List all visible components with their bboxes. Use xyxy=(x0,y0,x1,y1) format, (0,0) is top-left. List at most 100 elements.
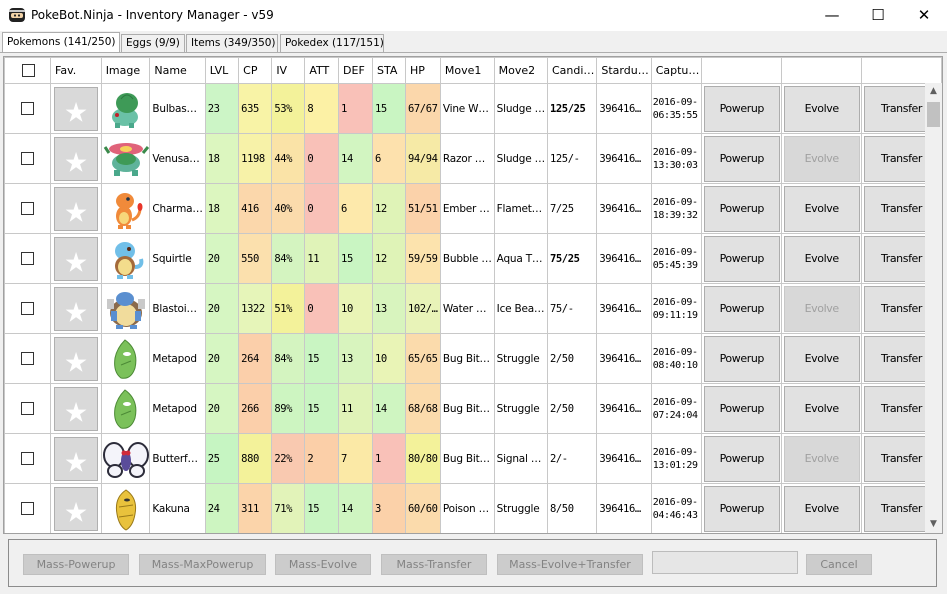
table-row-9[interactable]: ★ Kakuna 24 311 71% 15 14 3 60/60 Poison… xyxy=(4,483,942,533)
favorite-cell[interactable]: ★ xyxy=(50,433,102,484)
row-select-cell[interactable] xyxy=(4,83,52,134)
row-select-cell[interactable] xyxy=(4,333,52,384)
header-fav[interactable]: Fav. xyxy=(50,57,102,84)
row-checkbox[interactable] xyxy=(21,152,34,165)
header-move1[interactable]: Move1 xyxy=(439,57,495,84)
favorite-star-icon[interactable]: ★ xyxy=(53,336,98,381)
charmander-sprite xyxy=(102,187,149,231)
powerup-button[interactable]: Powerup xyxy=(703,85,780,132)
row-select-cell[interactable] xyxy=(4,283,52,334)
evolve-button[interactable]: Evolve xyxy=(783,185,860,232)
favorite-cell[interactable]: ★ xyxy=(50,83,102,134)
table-row-6[interactable]: ★ Metapod 20 264 84% 15 13 10 65/65 Bug … xyxy=(4,333,942,384)
favorite-star-icon[interactable]: ★ xyxy=(53,136,98,181)
evolve-button[interactable]: Evolve xyxy=(783,235,860,282)
evolve-button[interactable]: Evolve xyxy=(783,485,860,532)
row-select-cell[interactable] xyxy=(4,483,52,533)
powerup-button[interactable]: Powerup xyxy=(703,385,780,432)
header-candies[interactable]: Candi… xyxy=(546,57,598,84)
row-select-cell[interactable] xyxy=(4,233,52,284)
evolve-button[interactable]: Evolve xyxy=(783,285,860,332)
favorite-star-icon[interactable]: ★ xyxy=(53,86,98,131)
iv-cell: 84% xyxy=(271,233,306,284)
header-def[interactable]: DEF xyxy=(338,57,374,84)
scroll-down-arrow-icon[interactable]: ▼ xyxy=(925,516,942,533)
header-iv[interactable]: IV xyxy=(271,57,306,84)
mass-powerup-button[interactable]: Mass-Powerup xyxy=(23,554,129,575)
header-captured[interactable]: Captu… xyxy=(650,57,703,84)
favorite-star-icon[interactable]: ★ xyxy=(53,486,98,531)
table-row-3[interactable]: ★ Charma… 18 416 40% 0 6 12 51/51 Ember … xyxy=(4,183,942,234)
header-image[interactable]: Image xyxy=(100,57,151,84)
favorite-star-icon[interactable]: ★ xyxy=(53,236,98,281)
row-select-cell[interactable] xyxy=(4,433,52,484)
header-lvl[interactable]: LVL xyxy=(204,57,240,84)
vertical-scrollbar[interactable]: ▲ ▼ xyxy=(925,83,942,533)
powerup-button[interactable]: Powerup xyxy=(703,235,780,282)
table-row-5[interactable]: ★ Blastoi… 20 1322 51% 0 10 13 102/… Wat… xyxy=(4,283,942,334)
evolve-button[interactable]: Evolve xyxy=(783,135,860,182)
mass-transfer-button[interactable]: Mass-Transfer xyxy=(381,554,487,575)
close-button[interactable]: ✕ xyxy=(901,0,947,31)
powerup-button[interactable]: Powerup xyxy=(703,185,780,232)
favorite-star-icon[interactable]: ★ xyxy=(53,436,98,481)
tab-pokemons[interactable]: Pokemons (141/250) xyxy=(2,32,120,53)
table-row-4[interactable]: ★ Squirtle 20 550 84% 11 15 12 59/59 Bub… xyxy=(4,233,942,284)
row-checkbox[interactable] xyxy=(21,502,34,515)
favorite-cell[interactable]: ★ xyxy=(50,283,102,334)
evolve-button[interactable]: Evolve xyxy=(783,85,860,132)
tab-pokedex[interactable]: Pokedex (117/151) xyxy=(280,34,384,53)
row-checkbox[interactable] xyxy=(21,202,34,215)
header-hp[interactable]: HP xyxy=(404,57,441,84)
powerup-button[interactable]: Powerup xyxy=(703,285,780,332)
table-row-7[interactable]: ★ Metapod 20 266 89% 15 11 14 68/68 Bug … xyxy=(4,383,942,434)
evolve-button[interactable]: Evolve xyxy=(783,385,860,432)
minimize-button[interactable]: — xyxy=(809,0,855,31)
header-cp[interactable]: CP xyxy=(238,57,273,84)
powerup-button[interactable]: Powerup xyxy=(703,435,780,482)
tab-eggs[interactable]: Eggs (9/9) xyxy=(121,34,185,53)
scroll-up-arrow-icon[interactable]: ▲ xyxy=(925,83,942,100)
row-checkbox[interactable] xyxy=(21,352,34,365)
row-select-cell[interactable] xyxy=(4,183,52,234)
header-select-all[interactable] xyxy=(4,57,52,84)
header-stardust[interactable]: Stardu… xyxy=(596,57,652,84)
header-sta[interactable]: STA xyxy=(372,57,406,84)
row-select-cell[interactable] xyxy=(4,383,52,434)
maximize-button[interactable]: ☐ xyxy=(855,0,901,31)
powerup-button[interactable]: Powerup xyxy=(703,135,780,182)
favorite-cell[interactable]: ★ xyxy=(50,333,102,384)
scroll-thumb[interactable] xyxy=(927,102,940,127)
powerup-button[interactable]: Powerup xyxy=(703,335,780,382)
stardust-cell: 396416… xyxy=(596,383,652,434)
favorite-star-icon[interactable]: ★ xyxy=(53,186,98,231)
favorite-star-icon[interactable]: ★ xyxy=(53,386,98,431)
favorite-cell[interactable]: ★ xyxy=(50,183,102,234)
evolve-button[interactable]: Evolve xyxy=(783,335,860,382)
row-select-cell[interactable] xyxy=(4,133,52,184)
header-move2[interactable]: Move2 xyxy=(493,57,548,84)
mass-evolve-transfer-button[interactable]: Mass-Evolve+Transfer xyxy=(497,554,643,575)
tab-items[interactable]: Items (349/350) xyxy=(186,34,278,53)
mass-evolve-button[interactable]: Mass-Evolve xyxy=(275,554,371,575)
favorite-cell[interactable]: ★ xyxy=(50,483,102,533)
favorite-star-icon[interactable]: ★ xyxy=(53,286,98,331)
evolve-button[interactable]: Evolve xyxy=(783,435,860,482)
select-all-checkbox[interactable] xyxy=(22,64,35,77)
header-name[interactable]: Name xyxy=(149,57,206,84)
table-row-2[interactable]: ★ Venusa… 18 1198 44% 0 14 6 94/94 Razor… xyxy=(4,133,942,184)
table-row-1[interactable]: ★ Bulbas… 23 635 53% 8 1 15 67/67 Vine W… xyxy=(4,83,942,134)
powerup-button[interactable]: Powerup xyxy=(703,485,780,532)
favorite-cell[interactable]: ★ xyxy=(50,383,102,434)
header-att[interactable]: ATT xyxy=(304,57,340,84)
mass-maxpowerup-button[interactable]: Mass-MaxPowerup xyxy=(139,554,266,575)
row-checkbox[interactable] xyxy=(21,402,34,415)
cancel-button[interactable]: Cancel xyxy=(806,554,872,575)
row-checkbox[interactable] xyxy=(21,252,34,265)
favorite-cell[interactable]: ★ xyxy=(50,233,102,284)
row-checkbox[interactable] xyxy=(21,302,34,315)
table-row-8[interactable]: ★ Butterf… 25 880 22% 2 7 1 80/80 Bug Bi… xyxy=(4,433,942,484)
row-checkbox[interactable] xyxy=(21,452,34,465)
favorite-cell[interactable]: ★ xyxy=(50,133,102,184)
row-checkbox[interactable] xyxy=(21,102,34,115)
